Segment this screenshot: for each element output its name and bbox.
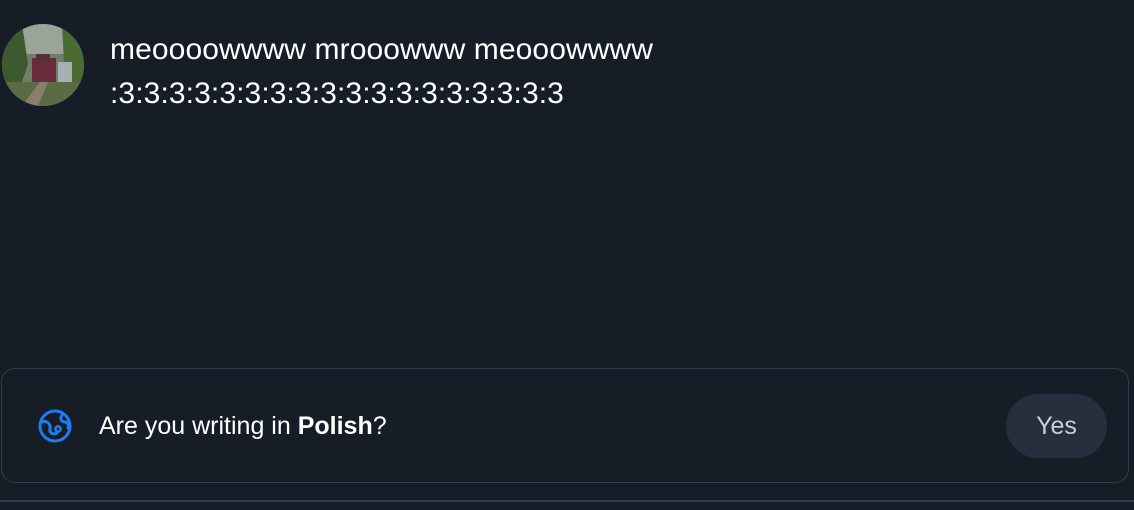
avatar[interactable] <box>2 24 84 106</box>
detected-language: Polish <box>297 412 373 440</box>
language-question: Are you writing in Polish? <box>99 411 387 441</box>
post-line: :3:3:3:3:3:3:3:3:3:3:3:3:3:3:3:3:3:3 <box>110 77 564 110</box>
post-text: meoooowwww mrooowww meooowwww :3:3:3:3:3… <box>110 28 653 116</box>
language-detection-prompt: Are you writing in Polish? Yes <box>1 368 1129 483</box>
post-line: meoooowwww mrooowww meooowwww <box>110 33 654 66</box>
yes-button[interactable]: Yes <box>1006 394 1107 458</box>
translate-globe-icon <box>38 409 72 443</box>
avatar-photo <box>2 24 84 106</box>
divider <box>0 500 1134 502</box>
question-suffix: ? <box>372 412 387 440</box>
question-prefix: Are you writing in <box>99 412 298 440</box>
